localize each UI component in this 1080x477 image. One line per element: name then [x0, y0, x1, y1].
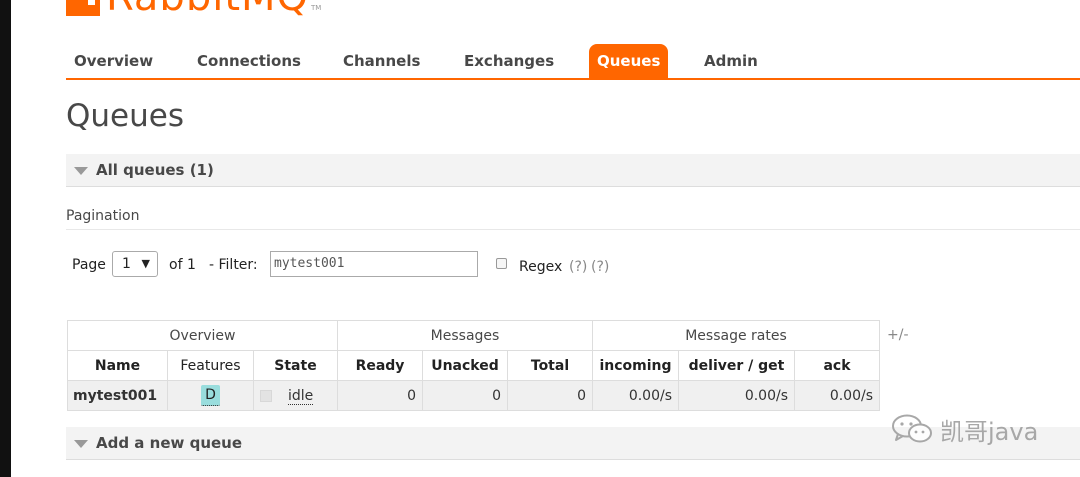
all-queues-section-toggle[interactable]: All queues (1) [66, 154, 1080, 187]
regex-help-link-2[interactable]: (?) [591, 253, 609, 281]
tab-connections[interactable]: Connections [189, 44, 309, 78]
state-cell: idle [253, 380, 338, 411]
col-unacked[interactable]: Unacked [422, 350, 508, 381]
col-features: Features [167, 350, 254, 381]
main-nav: Overview Connections Channels Exchanges … [66, 44, 1080, 80]
page-select-value: 1 [122, 256, 131, 272]
page-label: Page [72, 257, 106, 273]
col-deliver-get[interactable]: deliver / get [678, 350, 795, 381]
col-incoming[interactable]: incoming [592, 350, 679, 381]
queue-name-link[interactable]: mytest001 [67, 380, 168, 411]
collapse-triangle-icon [74, 439, 88, 448]
col-name[interactable]: Name [67, 350, 168, 381]
pagination-divider [66, 229, 1080, 230]
filter-label: - Filter: [209, 257, 258, 273]
state-indicator-icon [260, 389, 272, 402]
tab-channels[interactable]: Channels [335, 44, 428, 78]
rabbitmq-logo: RabbitMQ TM [66, 0, 321, 16]
state-text: idle [288, 387, 314, 405]
features-cell: D [167, 380, 254, 411]
collapse-triangle-icon [74, 166, 88, 175]
tab-queues[interactable]: Queues [589, 44, 669, 78]
columns-toggle[interactable]: +/- [887, 327, 909, 343]
table-row: mytest001 D idle 0 0 0 0.00/s 0.00/s 0.0… [67, 380, 880, 411]
ack-cell: 0.00/s [794, 380, 880, 411]
watermark: 凯哥java [890, 412, 1038, 446]
pagination-heading: Pagination [66, 208, 140, 224]
page-select[interactable]: 1 ▼ [112, 251, 158, 277]
logo-text: RabbitMQ [106, 0, 309, 16]
logo-trademark: TM [311, 4, 322, 12]
col-state[interactable]: State [253, 350, 338, 381]
col-ack[interactable]: ack [794, 350, 880, 381]
logo-mark-icon [66, 0, 100, 16]
filter-input[interactable]: mytest001 [270, 251, 478, 277]
page-count: of 1 [169, 257, 196, 273]
unacked-cell: 0 [422, 380, 508, 411]
group-messages: Messages [337, 320, 593, 351]
all-queues-label: All queues (1) [96, 161, 214, 179]
dropdown-arrow-icon: ▼ [141, 257, 150, 270]
incoming-cell: 0.00/s [592, 380, 679, 411]
tab-exchanges[interactable]: Exchanges [456, 44, 562, 78]
total-cell: 0 [507, 380, 593, 411]
ready-cell: 0 [337, 380, 423, 411]
regex-checkbox[interactable] [496, 258, 507, 269]
tab-overview[interactable]: Overview [66, 44, 161, 78]
regex-label: Regex [519, 259, 563, 275]
tab-admin[interactable]: Admin [696, 44, 766, 78]
regex-help-link[interactable]: (?) [569, 253, 587, 281]
col-ready[interactable]: Ready [337, 350, 423, 381]
deliver-get-cell: 0.00/s [678, 380, 795, 411]
durable-badge: D [201, 385, 220, 406]
queues-table: Overview Messages Message rates Name Fea… [67, 320, 880, 411]
page-title: Queues [66, 98, 184, 134]
wechat-icon [892, 414, 932, 443]
group-overview: Overview [67, 320, 338, 351]
col-total[interactable]: Total [507, 350, 593, 381]
watermark-text: 凯哥java [940, 417, 1039, 446]
group-message-rates: Message rates [592, 320, 880, 351]
window-edge [0, 0, 11, 477]
add-queue-label: Add a new queue [96, 434, 243, 452]
